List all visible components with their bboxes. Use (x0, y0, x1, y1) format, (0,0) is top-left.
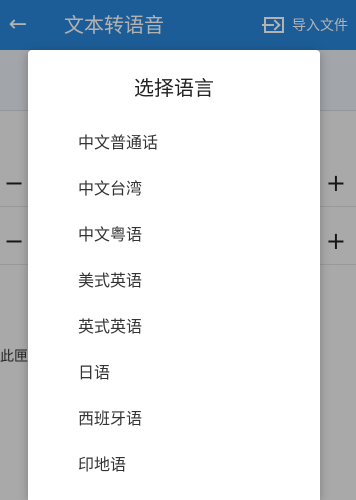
language-list: 中文普通话 中文台湾 中文粤语 美式英语 英式英语 日语 西班牙语 印地语 (28, 120, 320, 488)
language-option[interactable]: 英式英语 (28, 304, 320, 350)
language-option[interactable]: 中文台湾 (28, 166, 320, 212)
language-option[interactable]: 西班牙语 (28, 396, 320, 442)
language-option[interactable]: 中文普通话 (28, 120, 320, 166)
language-select-dialog: 选择语言 中文普通话 中文台湾 中文粤语 美式英语 英式英语 日语 西班牙语 印… (28, 50, 320, 500)
dialog-title: 选择语言 (134, 76, 214, 100)
language-option[interactable]: 美式英语 (28, 258, 320, 304)
language-option[interactable]: 日语 (28, 350, 320, 396)
language-option[interactable]: 印地语 (28, 442, 320, 488)
language-option[interactable]: 中文粤语 (28, 212, 320, 258)
